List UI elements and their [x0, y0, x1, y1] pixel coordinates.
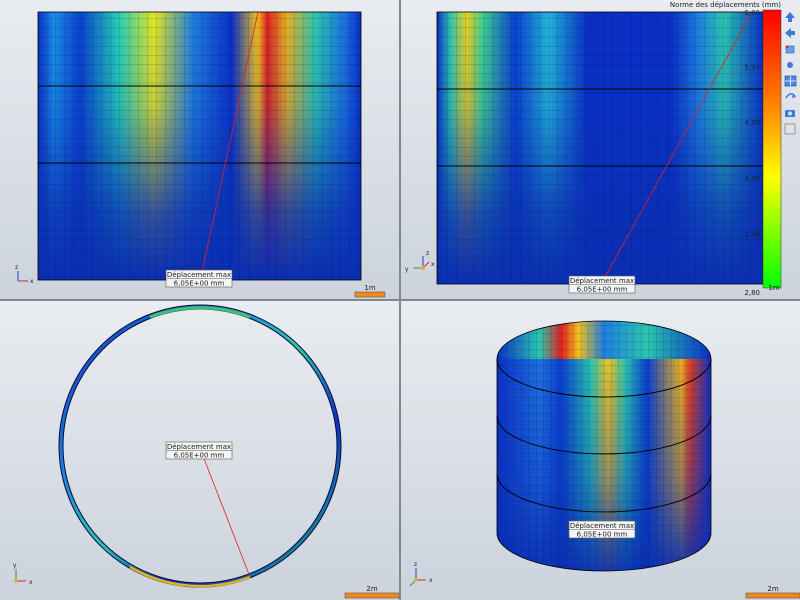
annotation-value: 6,05E+00 mm [174, 280, 225, 288]
color-legend-title: Norme des déplacements (mm) [670, 1, 781, 9]
axis-z-label: z [414, 561, 417, 568]
iso-view-canvas[interactable]: Déplacement max 6,05E+00 mm x z 2m [401, 301, 800, 600]
side-view-mesh [436, 11, 764, 285]
blank-icon[interactable] [784, 123, 796, 135]
fea-viewer: Déplacement max 6,05E+00 mm x z 1m Dépla… [0, 0, 800, 600]
annotation-title: Déplacement max [570, 522, 634, 530]
axis-y-label: y [405, 266, 409, 273]
color-legend-tick: 4,58 [744, 119, 760, 127]
rotate-icon[interactable] [785, 93, 796, 99]
annotation-title: Déplacement max [167, 271, 231, 279]
scale-bar: 1m [768, 284, 779, 292]
side-view-canvas[interactable]: Déplacement max 6,05E+00 mm Norme des dé… [401, 0, 800, 299]
viewport-side-view[interactable]: Déplacement max 6,05E+00 mm Norme des dé… [401, 0, 800, 299]
annotation-value: 6,05E+00 mm [577, 531, 628, 539]
annotation-title: Déplacement max [167, 443, 231, 451]
axis-triad: x z [409, 561, 433, 587]
axis-x-label: x [30, 278, 34, 285]
camera-icon[interactable] [785, 110, 795, 117]
annotation-title: Déplacement max [570, 277, 634, 285]
axis-x-label: x [29, 579, 33, 586]
axis-triad: x y [13, 562, 33, 586]
viewport-front-view[interactable]: Déplacement max 6,05E+00 mm x z 1m [0, 0, 399, 299]
max-displacement-annotation[interactable]: Déplacement max 6,05E+00 mm [165, 441, 233, 460]
annotation-value: 6,05E+00 mm [174, 452, 225, 460]
color-legend-tick: 2,80 [744, 289, 760, 297]
arrow-up-icon[interactable] [785, 12, 795, 22]
max-displacement-annotation[interactable]: Déplacement max 6,05E+00 mm [568, 275, 636, 294]
top-view-canvas[interactable]: Déplacement max 6,05E+00 mm x y 2m [0, 301, 399, 600]
max-displacement-leader [202, 455, 251, 578]
axis-z-label: z [426, 250, 429, 257]
axis-triad: x z [15, 264, 34, 285]
max-displacement-annotation[interactable]: Déplacement max 6,05E+00 mm [568, 520, 636, 539]
grid-view-icon[interactable] [784, 75, 797, 87]
scale-bar-label: 1m [364, 284, 375, 292]
front-view-canvas[interactable]: Déplacement max 6,05E+00 mm x z 1m [0, 0, 399, 299]
toolbar-right [784, 12, 797, 135]
color-legend-tick: 6,06 [744, 9, 760, 17]
scale-bar: 2m [745, 585, 800, 599]
scale-bar-label: 2m [366, 585, 377, 593]
color-legend-tick: 5,37 [744, 64, 760, 72]
scale-bar-label: 1m [768, 284, 779, 292]
axis-z-label: z [15, 264, 18, 271]
axis-triad: y z x [405, 250, 435, 273]
axis-y-label: y [13, 562, 17, 569]
color-legend-tick: 3,39 [744, 175, 760, 183]
scale-bar-label: 2m [767, 585, 778, 593]
scale-bar: 1m [354, 284, 386, 298]
arrow-left-icon[interactable] [785, 28, 795, 38]
viewport-top-view[interactable]: Déplacement max 6,05E+00 mm x y 2m [0, 301, 399, 600]
scale-bar: 2m [344, 585, 399, 599]
color-legend-tick: 3,49 [744, 231, 760, 239]
annotation-value: 6,05E+00 mm [577, 286, 628, 294]
node-icon[interactable] [787, 62, 793, 68]
max-displacement-annotation[interactable]: Déplacement max 6,05E+00 mm [165, 269, 233, 288]
front-view-mesh [37, 11, 362, 281]
view-cube-icon[interactable] [785, 45, 795, 54]
axis-x-label: x [431, 261, 435, 268]
axis-x-label: x [429, 577, 433, 584]
viewport-iso-view[interactable]: Déplacement max 6,05E+00 mm x z 2m [401, 301, 800, 600]
